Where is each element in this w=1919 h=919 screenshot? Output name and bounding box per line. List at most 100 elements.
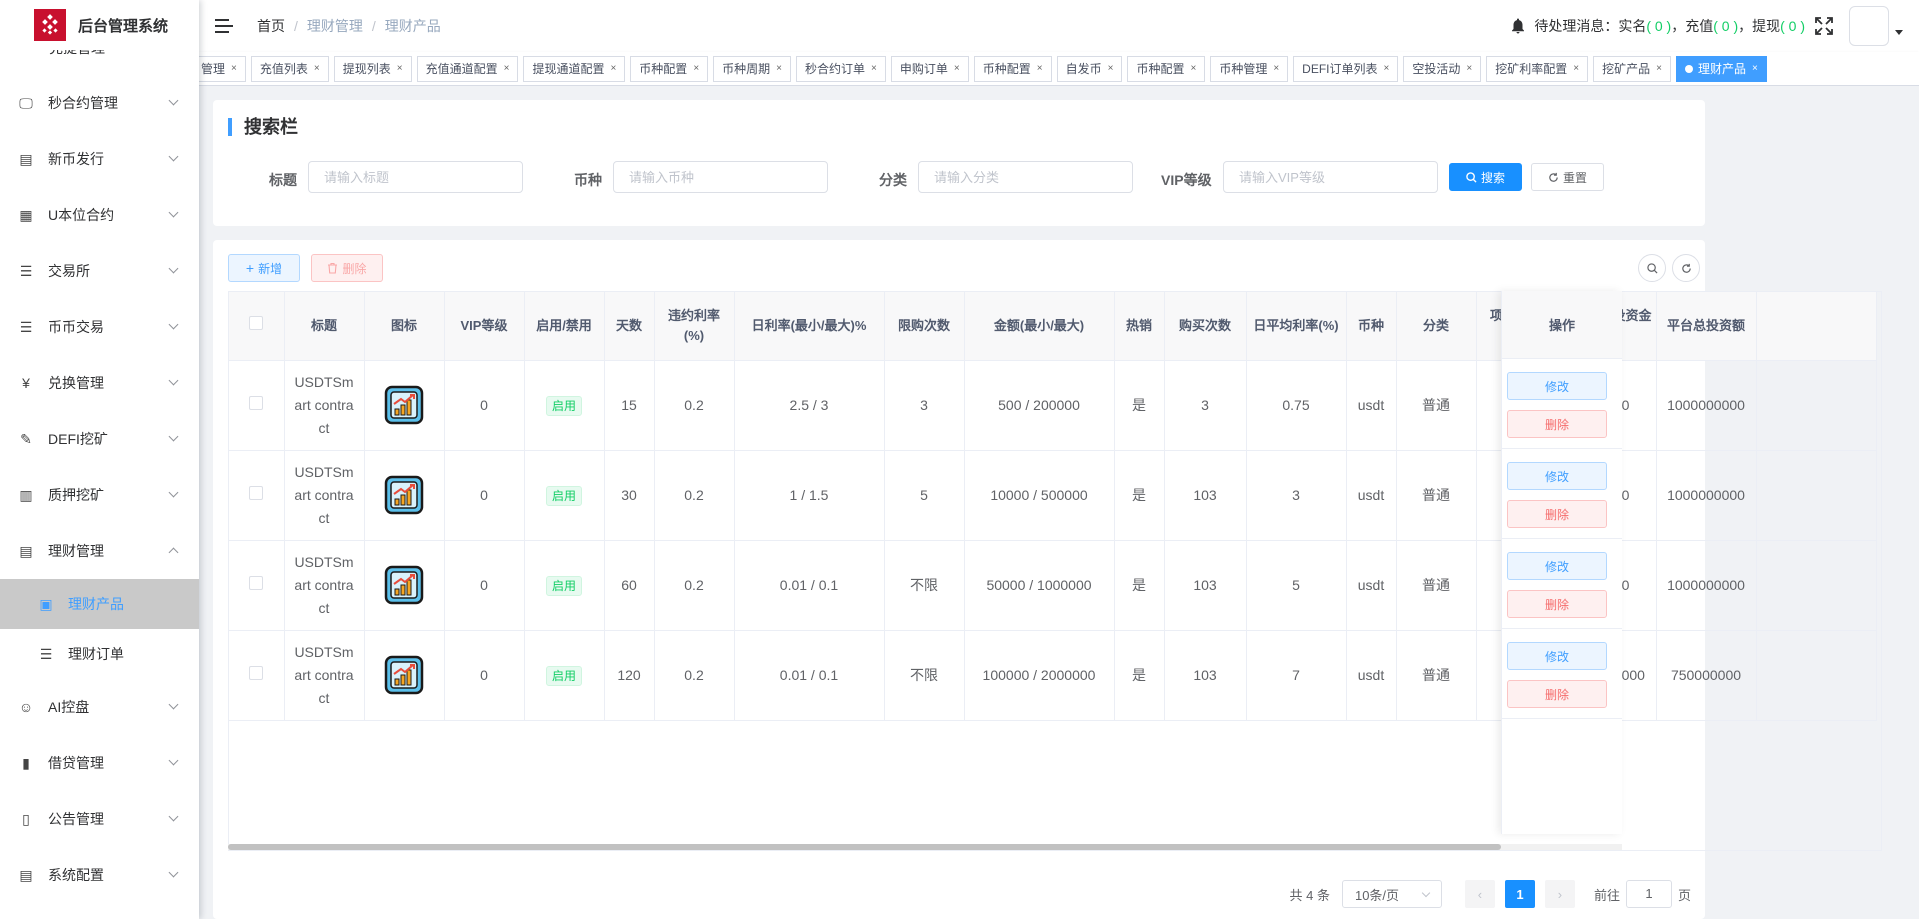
add-button[interactable]: + 新增	[228, 254, 300, 282]
title-cell: USDTSmart contract	[284, 450, 365, 541]
prev-page-button[interactable]: ‹	[1464, 880, 1495, 908]
title-label: 标题	[269, 172, 297, 188]
breadcrumb-home[interactable]: 首页	[257, 16, 285, 36]
tab-item[interactable]: DEFI订单列表 ×	[1293, 56, 1399, 82]
coin-input[interactable]	[613, 161, 828, 193]
avg-rate-cell: 0.75	[1246, 360, 1347, 451]
tab-item[interactable]: 充值通道配置 ×	[416, 56, 519, 82]
sidebar: 充提管理 后台管理系统 🖵秒合约管理▤新币发行▦U本位合约☰交易所☰币币交易¥兑…	[0, 0, 199, 919]
tab-item[interactable]: 充值列表 ×	[250, 56, 329, 82]
close-icon[interactable]: ×	[776, 57, 782, 81]
tab-item[interactable]: 币种配置 ×	[1127, 56, 1206, 82]
tab-item[interactable]: 提现列表 ×	[333, 56, 412, 82]
delete-button[interactable]: 删除	[1507, 500, 1607, 528]
sidebar-item[interactable]: ▣ 理财产品	[0, 579, 199, 629]
close-icon[interactable]: ×	[1037, 57, 1043, 81]
sidebar-item[interactable]: ▤ 新币发行	[0, 131, 199, 187]
close-icon[interactable]: ×	[1656, 57, 1662, 81]
pending-notifications[interactable]: 待处理消息：实名( 0 )，充值( 0 )，提现( 0 )	[1534, 16, 1805, 36]
row-checkbox[interactable]	[249, 665, 264, 680]
tab-item[interactable]: 提现通道配置 ×	[523, 56, 626, 82]
category-input[interactable]	[918, 161, 1133, 193]
batch-delete-button[interactable]: 删除	[311, 254, 383, 282]
page-number-current[interactable]: 1	[1504, 880, 1535, 908]
close-icon[interactable]: ×	[1273, 57, 1279, 81]
edit-button[interactable]: 修改	[1507, 642, 1607, 670]
row-checkbox[interactable]	[249, 395, 264, 410]
edit-button[interactable]: 修改	[1507, 552, 1607, 580]
row-checkbox[interactable]	[249, 575, 264, 590]
tab-item[interactable]: 币种管理 ×	[1210, 56, 1289, 82]
app-logo[interactable]: 后台管理系统	[0, 0, 199, 50]
search-button[interactable]: 搜索	[1449, 163, 1522, 191]
status-badge: 启用	[545, 485, 582, 506]
sidebar-item[interactable]: ▤ 系统配置	[0, 847, 199, 903]
avatar[interactable]	[1849, 6, 1889, 46]
caret-down-icon[interactable]	[1895, 29, 1903, 35]
tab-item[interactable]: 币种配置 ×	[630, 56, 709, 82]
close-icon[interactable]: ×	[231, 57, 237, 81]
sidebar-item[interactable]: ☰ 币币交易	[0, 299, 199, 355]
pagination: 共 4 条 10条/页 ‹ 1 › 前往 1 页	[1290, 880, 1691, 908]
tab-active[interactable]: 理财产品 ×	[1675, 56, 1767, 82]
sidebar-item-label: 币币交易	[48, 319, 104, 335]
close-icon[interactable]: ×	[1466, 57, 1472, 81]
tab-item[interactable]: 空投活动 ×	[1403, 56, 1482, 82]
penalty-cell: 0.2	[654, 540, 735, 631]
close-icon[interactable]: ×	[954, 57, 960, 81]
sidebar-item[interactable]: ▮ 借贷管理	[0, 735, 199, 791]
close-icon[interactable]: ×	[1190, 57, 1196, 81]
tab-item[interactable]: 币种配置 ×	[973, 56, 1052, 82]
toggle-search-button[interactable]	[1638, 254, 1666, 282]
fullscreen-icon[interactable]	[1815, 17, 1833, 35]
sidebar-item[interactable]: ☺ AI控盘	[0, 679, 199, 735]
reset-button[interactable]: 重置	[1531, 163, 1604, 191]
select-all-checkbox[interactable]	[249, 315, 264, 330]
sidebar-item[interactable]: ☰ 理财订单	[0, 629, 199, 679]
tab-item[interactable]: 申购订单 ×	[890, 56, 969, 82]
sidebar-item[interactable]: 🖵 秒合约管理	[0, 75, 199, 131]
next-page-button[interactable]: ›	[1544, 880, 1575, 908]
edit-button[interactable]: 修改	[1507, 462, 1607, 490]
delete-button[interactable]: 删除	[1507, 590, 1607, 618]
sidebar-item[interactable]: ▯ 公告管理	[0, 791, 199, 847]
tab-item[interactable]: 秒合约订单 ×	[796, 56, 886, 82]
tab-item[interactable]: 币种周期 ×	[713, 56, 792, 82]
newspaper-icon: ▤	[19, 150, 33, 167]
hamburger-icon[interactable]	[215, 19, 233, 33]
bell-icon[interactable]	[1511, 18, 1525, 34]
row-checkbox[interactable]	[249, 485, 264, 500]
close-icon[interactable]: ×	[1384, 57, 1390, 81]
sidebar-item[interactable]: ▦ U本位合约	[0, 187, 199, 243]
vip-input[interactable]	[1223, 161, 1438, 193]
tab-item[interactable]: 管理 ×	[199, 56, 246, 82]
avg-rate-cell: 3	[1246, 450, 1347, 541]
close-icon[interactable]: ×	[314, 57, 320, 81]
tab-item[interactable]: 挖矿利率配置 ×	[1486, 56, 1589, 82]
tab-item[interactable]: 自发币 ×	[1056, 56, 1123, 82]
tab-item[interactable]: 挖矿产品 ×	[1593, 56, 1671, 82]
sidebar-item[interactable]: ▤ 理财管理	[0, 523, 199, 579]
refresh-button[interactable]	[1672, 254, 1700, 282]
close-icon[interactable]: ×	[504, 57, 510, 81]
delete-button[interactable]: 删除	[1507, 680, 1607, 708]
column-header: 分类	[1396, 292, 1477, 361]
close-icon[interactable]: ×	[1108, 57, 1114, 81]
delete-button[interactable]: 删除	[1507, 410, 1607, 438]
horizontal-scrollbar[interactable]	[228, 844, 1501, 850]
close-icon[interactable]: ×	[397, 57, 403, 81]
close-icon[interactable]: ×	[693, 57, 699, 81]
page-size-select[interactable]: 10条/页	[1341, 880, 1442, 908]
close-icon[interactable]: ×	[610, 57, 616, 81]
sidebar-item[interactable]: ¥ 兑换管理	[0, 355, 199, 411]
goto-page-input[interactable]: 1	[1625, 880, 1672, 908]
edit-button[interactable]: 修改	[1507, 372, 1607, 400]
sidebar-item[interactable]: ▥ 质押挖矿	[0, 467, 199, 523]
sidebar-item[interactable]: ☰ 交易所	[0, 243, 199, 299]
title-input[interactable]	[308, 161, 523, 193]
sidebar-menu: 🖵 秒合约管理 ▤ 新币发行 ▦ U本位合约 ☰ 交易所 ☰ 币币交易 ¥ 兑换管理 ✎ DEFI挖矿 ▥ 质…	[0, 75, 199, 903]
close-icon[interactable]: ×	[871, 57, 877, 81]
close-icon[interactable]: ×	[1752, 57, 1758, 81]
sidebar-item[interactable]: ✎ DEFI挖矿	[0, 411, 199, 467]
close-icon[interactable]: ×	[1573, 57, 1579, 81]
